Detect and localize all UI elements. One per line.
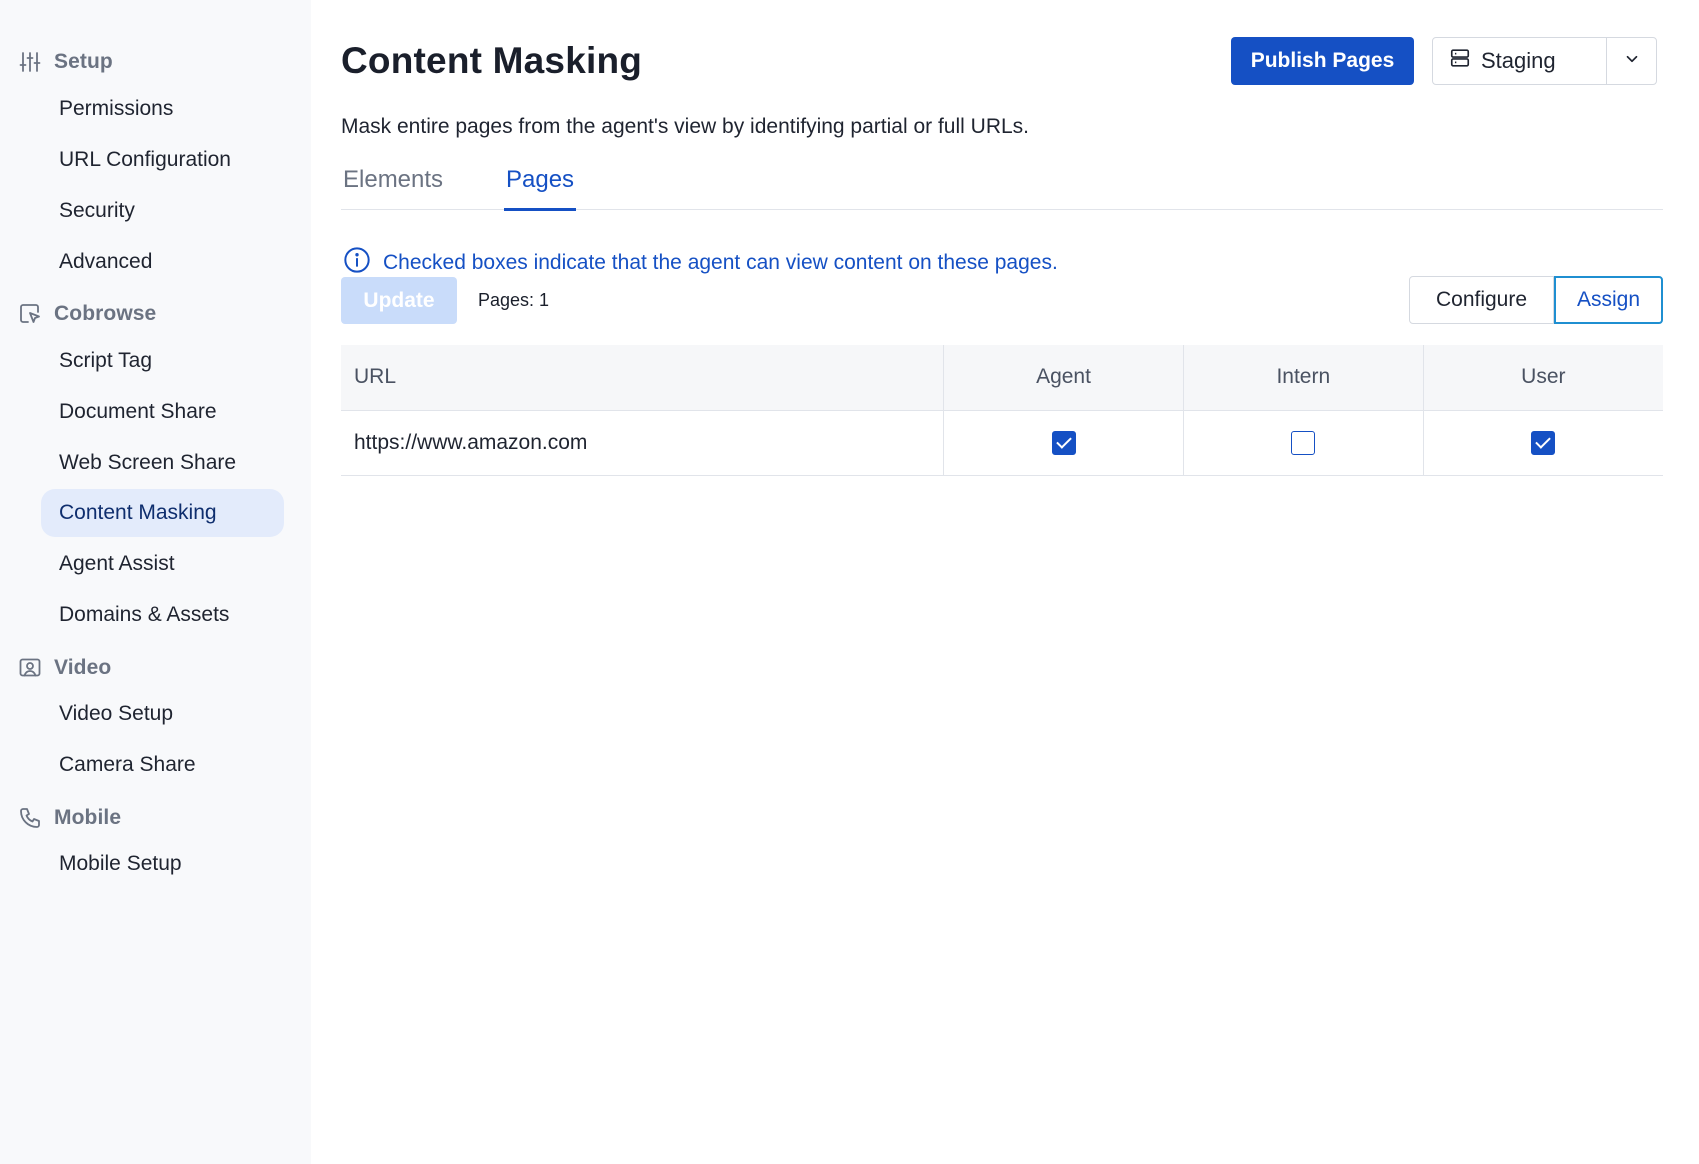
tab-elements[interactable]: Elements	[343, 166, 443, 210]
environment-select[interactable]: Staging	[1432, 37, 1657, 85]
table-header-row: URL Agent Intern User	[341, 345, 1663, 411]
view-toggle: Configure Assign	[1409, 276, 1663, 324]
cursor-screen-icon	[18, 302, 42, 326]
sidebar-item-permissions[interactable]: Permissions	[41, 85, 284, 133]
sidebar-item-content-masking[interactable]: Content Masking	[41, 489, 284, 537]
sidebar-item-document-share[interactable]: Document Share	[41, 388, 284, 436]
section-label: Video	[54, 656, 112, 679]
section-cobrowse: Cobrowse	[18, 299, 156, 329]
sidebar-item-security[interactable]: Security	[41, 187, 284, 235]
column-header-intern: Intern	[1182, 345, 1424, 411]
sidebar-item-url-configuration[interactable]: URL Configuration	[41, 136, 284, 184]
intern-checkbox[interactable]	[1291, 430, 1316, 455]
server-icon	[1449, 47, 1471, 75]
url-cell: https://www.amazon.com	[341, 410, 944, 476]
phone-icon	[18, 806, 42, 830]
section-label: Mobile	[54, 806, 122, 829]
page-title: Content Masking	[341, 40, 643, 81]
section-mobile: Mobile	[18, 803, 121, 833]
tab-pages[interactable]: Pages	[503, 166, 577, 211]
chevron-down-icon	[1623, 50, 1641, 73]
sidebar-item-camera-share[interactable]: Camera Share	[41, 741, 284, 789]
sidebar-item-script-tag[interactable]: Script Tag	[41, 337, 284, 385]
tab-bar: Elements Pages	[341, 166, 1663, 211]
sliders-icon	[18, 50, 42, 74]
sidebar: Setup Permissions URL Configuration Secu…	[0, 0, 311, 1164]
column-header-agent: Agent	[943, 345, 1184, 411]
table-row: https://www.amazon.com	[341, 410, 1663, 476]
column-header-user: User	[1422, 345, 1663, 411]
environment-current[interactable]: Staging	[1433, 38, 1606, 84]
pages-table: URL Agent Intern User https://www.amazon…	[341, 345, 1663, 476]
assign-button[interactable]: Assign	[1554, 276, 1663, 324]
info-message: Checked boxes indicate that the agent ca…	[343, 246, 1058, 280]
sidebar-item-web-screen-share[interactable]: Web Screen Share	[41, 439, 284, 487]
sidebar-item-mobile-setup[interactable]: Mobile Setup	[41, 840, 284, 888]
section-label: Setup	[54, 50, 113, 73]
section-setup: Setup	[18, 47, 113, 77]
intern-cell	[1182, 410, 1424, 476]
sidebar-item-advanced[interactable]: Advanced	[41, 238, 284, 286]
section-label: Cobrowse	[54, 302, 157, 325]
update-button[interactable]: Update	[341, 277, 457, 324]
environment-label: Staging	[1481, 48, 1556, 73]
pages-count: Pages: 1	[478, 290, 550, 310]
video-person-icon	[18, 656, 42, 680]
page-description: Mask entire pages from the agent's view …	[341, 115, 1029, 138]
section-video: Video	[18, 653, 111, 683]
agent-checkbox[interactable]	[1051, 430, 1076, 455]
column-header-url: URL	[341, 345, 944, 411]
sidebar-item-domains-assets[interactable]: Domains & Assets	[41, 591, 284, 639]
sidebar-item-agent-assist[interactable]: Agent Assist	[41, 540, 284, 588]
info-text: Checked boxes indicate that the agent ca…	[383, 251, 1058, 274]
user-cell	[1422, 410, 1663, 476]
configure-button[interactable]: Configure	[1409, 276, 1554, 324]
agent-cell	[943, 410, 1184, 476]
sidebar-item-video-setup[interactable]: Video Setup	[41, 690, 284, 738]
environment-dropdown-toggle[interactable]	[1606, 38, 1656, 84]
publish-pages-button[interactable]: Publish Pages	[1231, 37, 1414, 85]
user-checkbox[interactable]	[1531, 430, 1556, 455]
info-icon	[343, 246, 371, 280]
